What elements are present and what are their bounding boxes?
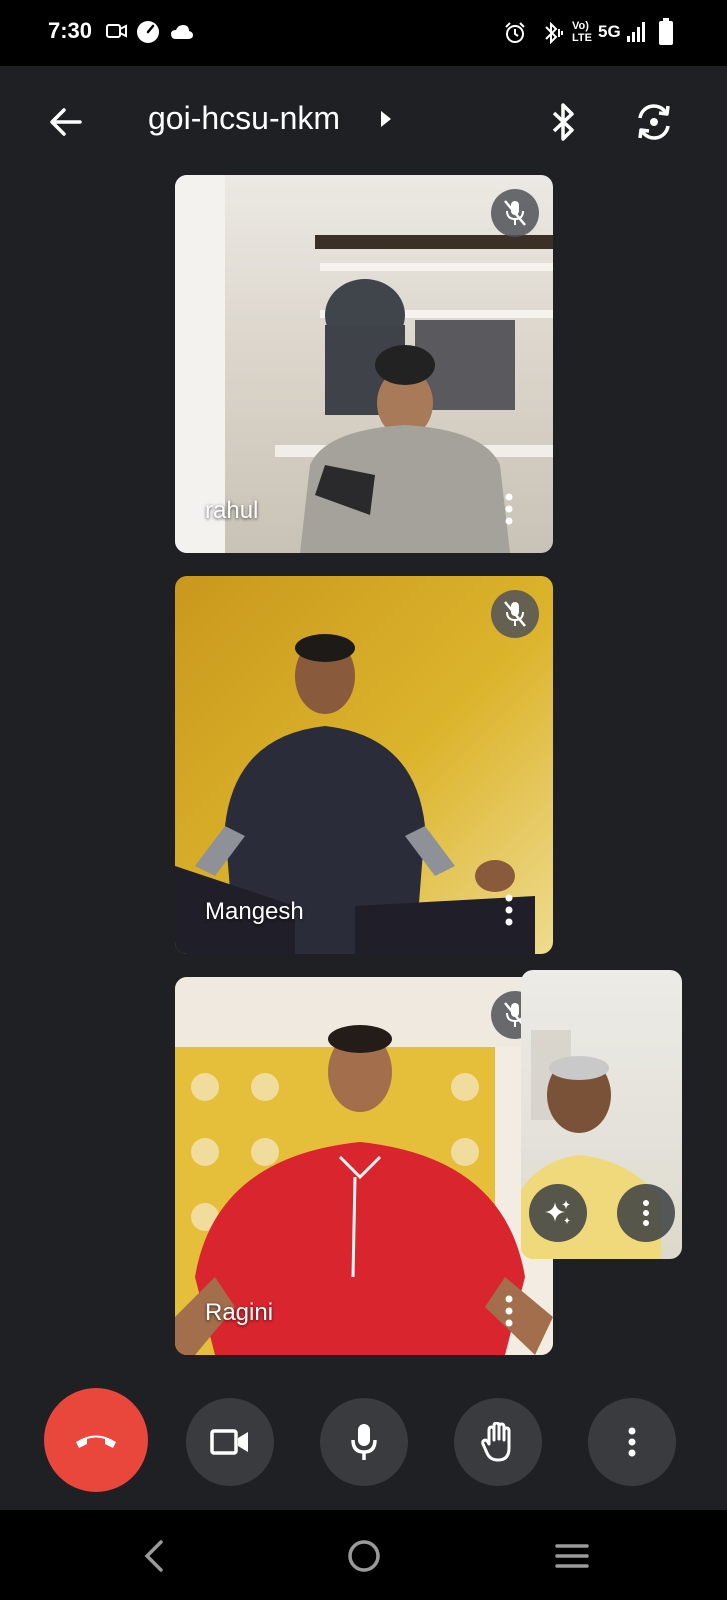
back-button[interactable]: [38, 94, 94, 150]
participant-tile-ragini[interactable]: Ragini: [175, 977, 553, 1355]
meeting-code[interactable]: goi-hcsu-nkm: [148, 100, 340, 137]
call-controls: [0, 1380, 727, 1500]
video-call-icon: [106, 24, 127, 38]
self-view-more-button[interactable]: [617, 1184, 675, 1242]
nav-home-button[interactable]: [336, 1528, 392, 1584]
participant-tile-mangesh[interactable]: Mangesh: [175, 576, 553, 954]
recents-icon: [555, 1544, 589, 1568]
more-vert-icon: [643, 1200, 649, 1226]
nav-back-button[interactable]: [126, 1528, 182, 1584]
bluetooth-vibrate-icon: [545, 21, 563, 45]
camera-icon: [210, 1429, 248, 1455]
raise-hand-icon: [481, 1422, 511, 1462]
microphone-icon: [351, 1424, 377, 1460]
volte-icon: Vo) LTE: [572, 20, 592, 44]
self-view[interactable]: [521, 970, 682, 1259]
home-icon: [348, 1540, 380, 1572]
bluetooth-audio-button[interactable]: [536, 94, 592, 150]
participant-name: Mangesh: [205, 898, 304, 925]
more-options-button[interactable]: [588, 1398, 676, 1486]
mic-off-icon: [504, 200, 526, 226]
more-vert-icon[interactable]: [499, 892, 519, 928]
battery-icon: [659, 18, 673, 45]
muted-indicator: [491, 590, 539, 638]
end-call-button[interactable]: [44, 1388, 148, 1492]
raise-hand-button[interactable]: [454, 1398, 542, 1486]
nav-recents-button[interactable]: [544, 1528, 600, 1584]
participant-name: rahul: [205, 497, 259, 524]
end-call-icon: [76, 1435, 116, 1448]
status-time: 7:30: [48, 18, 93, 43]
system-nav-bar: [0, 1510, 727, 1600]
switch-camera-icon: [638, 104, 670, 140]
mic-off-icon: [504, 601, 526, 627]
back-icon: [144, 1540, 163, 1572]
alarm-icon: [505, 22, 525, 43]
more-vert-icon[interactable]: [499, 491, 519, 527]
muted-indicator: [491, 189, 539, 237]
microphone-toggle-button[interactable]: [320, 1398, 408, 1486]
speedometer-icon: [137, 21, 159, 43]
back-arrow-icon: [50, 108, 82, 136]
effects-button[interactable]: [529, 1184, 587, 1242]
call-header: goi-hcsu-nkm: [0, 66, 727, 176]
network-type: 5G: [598, 22, 621, 41]
sparkle-effects-icon: [545, 1200, 570, 1224]
status-bar: 7:30 Vo) LTE 5G: [0, 0, 727, 66]
switch-camera-button[interactable]: [626, 94, 682, 150]
caret-right-icon[interactable]: [380, 110, 392, 128]
bluetooth-icon: [552, 103, 574, 141]
signal-icon: [627, 22, 645, 42]
camera-toggle-button[interactable]: [186, 1398, 274, 1486]
participant-tile-rahul[interactable]: rahul: [175, 175, 553, 553]
participant-name: Ragini: [205, 1299, 274, 1326]
cloud-icon: [171, 25, 193, 39]
more-vert-icon[interactable]: [499, 1293, 519, 1329]
more-vert-icon: [628, 1427, 636, 1457]
